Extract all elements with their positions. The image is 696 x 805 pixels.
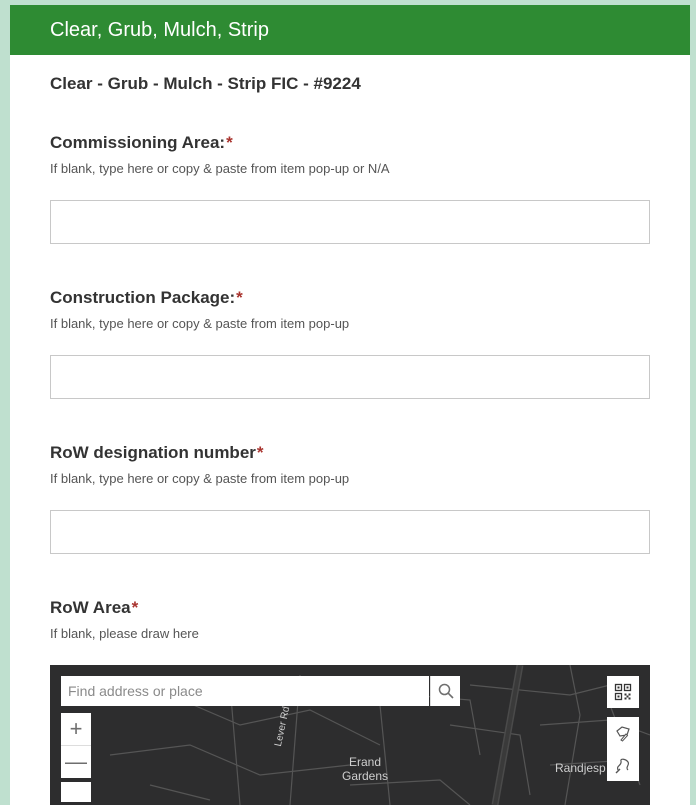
question-label: Construction Package: [50,288,236,307]
question-row-designation-number: RoW designation number* If blank, type h… [50,443,650,554]
zoom-in-button[interactable]: + [61,713,91,745]
map-home-button[interactable] [61,782,91,802]
question-hint: If blank, please draw here [50,626,199,641]
question-hint: If blank, type here or copy & paste from… [50,316,350,331]
question-label: Commissioning Area: [50,133,226,152]
qr-code-icon [614,683,632,701]
form-header: Clear, Grub, Mulch, Strip [10,5,690,55]
draw-polygon-icon [616,726,630,742]
survey-form-card: Clear, Grub, Mulch, Strip Clear - Grub -… [10,5,690,805]
map-zoom-control: + — [61,713,91,778]
map-area-label: Erand Gardens [342,755,389,783]
search-icon [438,683,454,699]
required-mark: * [131,598,139,617]
question-hint: If blank, type here or copy & paste from… [50,161,390,176]
construction-package-input[interactable] [50,355,650,399]
map-search-input[interactable] [61,676,429,706]
map-freehand-draw-button[interactable] [607,749,639,781]
required-mark: * [236,288,243,307]
required-mark: * [226,133,233,152]
commissioning-area-input[interactable] [50,200,650,244]
form-subtitle: Clear - Grub - Mulch - Strip FIC - #9224 [50,74,361,93]
map-draw-polygon-button[interactable] [607,717,639,749]
row-area-map[interactable]: + — [50,665,650,805]
zoom-out-button[interactable]: — [61,745,91,778]
freehand-draw-icon [615,758,630,774]
map-place-label: Randjesp [555,761,606,775]
form-header-title: Clear, Grub, Mulch, Strip [50,18,269,41]
required-mark: * [256,443,264,462]
question-construction-package: Construction Package:* If blank, type he… [50,288,650,399]
question-row-area: RoW Area* If blank, please draw here [50,598,650,641]
map-qr-scan-button[interactable] [607,676,639,708]
question-label: RoW designation number [50,443,256,462]
question-commissioning-area: Commissioning Area:* If blank, type here… [50,133,650,244]
question-label: RoW Area [50,598,131,617]
row-designation-number-input[interactable] [50,510,650,554]
map-search-button[interactable] [430,676,460,706]
question-hint: If blank, type here or copy & paste from… [50,471,350,486]
